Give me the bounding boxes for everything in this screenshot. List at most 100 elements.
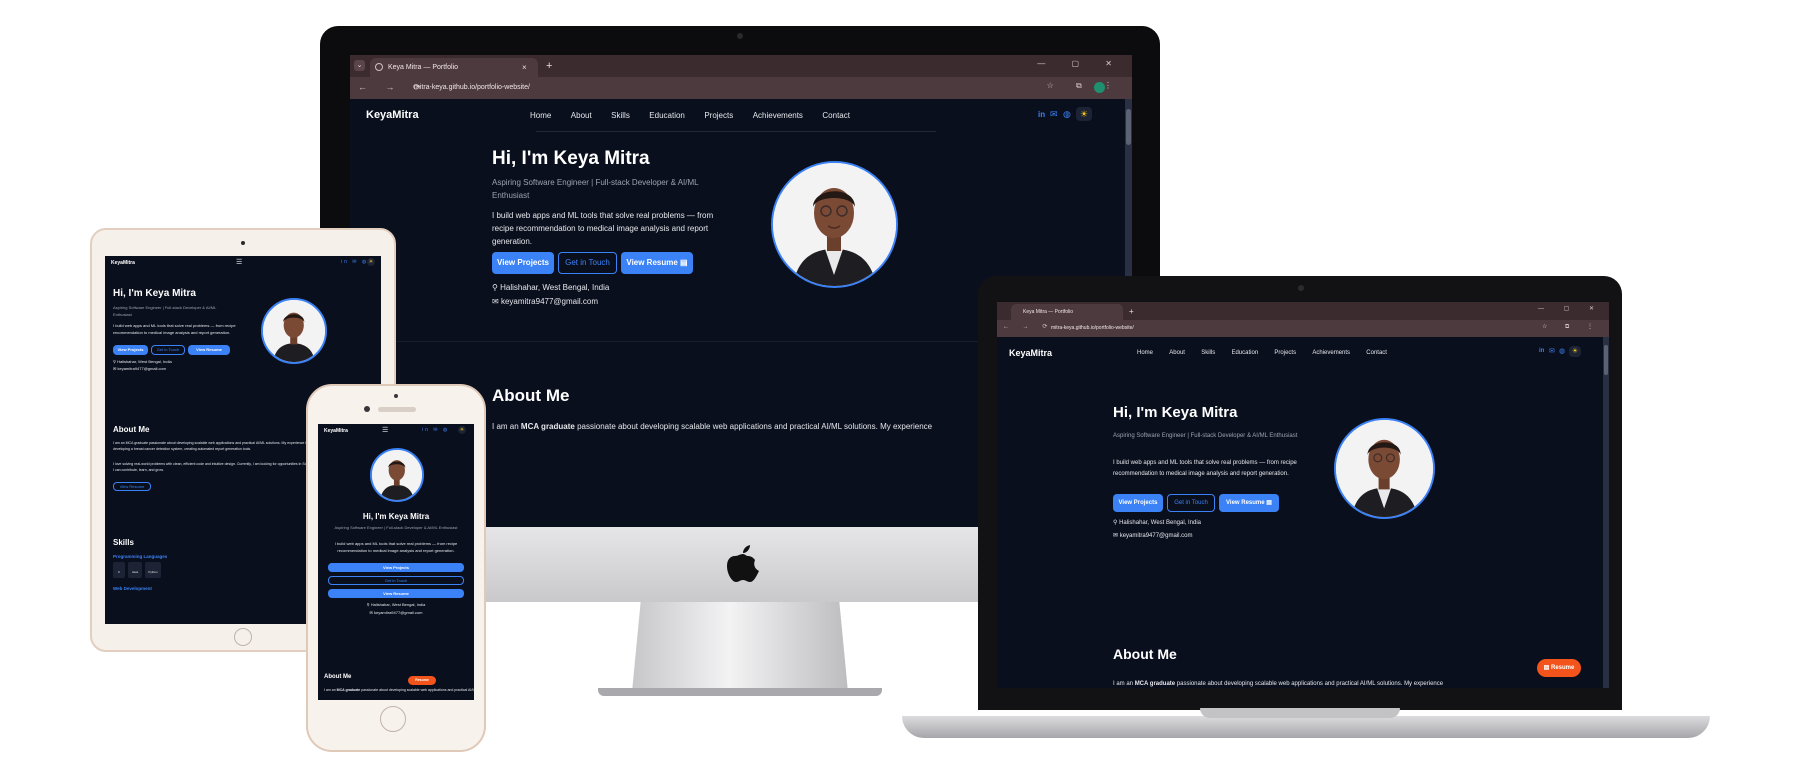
get-in-touch-button[interactable]: Get in Touch xyxy=(558,252,617,274)
laptop-view-projects-button[interactable]: View Projects xyxy=(1113,494,1163,512)
about-heading: About Me xyxy=(492,386,570,405)
laptop-nav-education[interactable]: Education xyxy=(1231,350,1258,356)
laptop-screen: Keya Mitra — Portfolio + — ▢ ✕ ← → ⟳ mit… xyxy=(997,302,1609,688)
laptop-site-nav: Home About Skills Education Projects Ach… xyxy=(1137,350,1387,356)
imac-stand-foot xyxy=(598,688,882,696)
iphone-camera xyxy=(364,406,370,412)
phone-get-in-touch-button[interactable]: Get in Touch xyxy=(328,576,464,585)
laptop-toolbar-icons[interactable]: ☆ ⧉ ⋮ xyxy=(1542,323,1601,331)
phone-view-projects-button[interactable]: View Projects xyxy=(328,563,464,572)
laptop-browser-tab[interactable]: Keya Mitra — Portfolio xyxy=(1011,304,1123,320)
laptop-get-in-touch-button[interactable]: Get in Touch xyxy=(1167,494,1215,512)
laptop-hero-heading: Hi, I'm Keya Mitra xyxy=(1113,404,1238,421)
theme-toggle-sun-icon[interactable]: ☀ xyxy=(1076,107,1092,121)
browser-tab-bar: ⌄ Keya Mitra — Portfolio × + — ▢ ✕ xyxy=(350,55,1132,77)
phone-profile-photo xyxy=(370,448,424,502)
laptop-theme-toggle-icon[interactable]: ☀ xyxy=(1569,346,1581,357)
window-controls[interactable]: — ▢ ✕ xyxy=(1037,59,1124,68)
laptop-nav-home[interactable]: Home xyxy=(1137,350,1153,356)
laptop-linkedin-icon[interactable]: in xyxy=(1539,348,1544,354)
view-resume-label: View Resume xyxy=(626,258,678,267)
ipad-view-projects-button[interactable]: View Projects xyxy=(113,345,148,355)
phone-hero-heading: Hi, I'm Keya Mitra xyxy=(362,512,430,521)
email-text: keyamitra9477@gmail.com xyxy=(500,297,598,306)
iphone-sensor xyxy=(394,394,398,398)
laptop-address-bar: ← → ⟳ mitra-keya.github.io/portfolio-web… xyxy=(997,320,1609,337)
ipad-get-in-touch-button[interactable]: Get in Touch xyxy=(151,345,185,355)
phone-hero-email[interactable]: ✉ keyamitra9477@gmail.com xyxy=(318,610,474,615)
phone-floating-resume-button[interactable]: Resume xyxy=(408,676,436,685)
laptop-github-icon[interactable]: ◍ xyxy=(1559,347,1565,355)
ipad-about-resume-button[interactable]: View Resume xyxy=(113,482,151,491)
profile-photo xyxy=(771,161,898,288)
ipad-site-logo[interactable]: KeyaMitra xyxy=(111,260,135,266)
laptop-window-controls[interactable]: — ▢ ✕ xyxy=(1538,305,1603,312)
view-resume-button[interactable]: View Resume ▤ xyxy=(621,252,693,274)
location-pin-icon: ⚲ xyxy=(492,283,498,292)
phone-view-resume-button[interactable]: View Resume xyxy=(328,589,464,598)
ipad-theme-toggle-icon[interactable]: ☀ xyxy=(367,258,375,266)
laptop-url-field[interactable]: mitra-keya.github.io/portfolio-website/ xyxy=(1051,323,1134,334)
laptop-nav-projects[interactable]: Projects xyxy=(1274,350,1296,356)
ipad-menu-icon[interactable]: ☰ xyxy=(236,258,242,266)
envelope-icon: ✉ xyxy=(492,297,499,306)
phone-menu-icon[interactable]: ☰ xyxy=(382,426,388,434)
mca-graduate-text: MCA graduate xyxy=(520,422,575,431)
nav-skills[interactable]: Skills xyxy=(611,111,630,120)
phone-hero-subtitle: Aspiring Software Engineer | Full-stack … xyxy=(334,525,458,530)
mail-icon[interactable]: ✉ xyxy=(1050,109,1058,120)
floating-resume-button[interactable]: ▤ Resume xyxy=(1537,659,1581,677)
laptop-scrollbar[interactable] xyxy=(1603,337,1609,688)
ipad-hero-email[interactable]: ✉ keyamitra9477@gmail.com xyxy=(113,366,166,371)
laptop-nav-skills[interactable]: Skills xyxy=(1201,350,1215,356)
laptop-nav-contact[interactable]: Contact xyxy=(1366,350,1387,356)
favicon-globe-icon xyxy=(375,63,383,71)
laptop-mail-icon[interactable]: ✉ xyxy=(1549,347,1555,355)
linkedin-icon[interactable]: in xyxy=(1038,110,1045,119)
browser-toolbar-icons[interactable]: ☆ ⧉ ⋮ xyxy=(1047,81,1122,91)
laptop-location-pin-icon: ⚲ xyxy=(1113,520,1118,526)
nav-projects[interactable]: Projects xyxy=(704,111,733,120)
phone-site-logo[interactable]: KeyaMitra xyxy=(324,428,348,434)
nav-contact[interactable]: Contact xyxy=(822,111,850,120)
laptop-new-tab-button[interactable]: + xyxy=(1129,304,1134,320)
laptop-nav-about[interactable]: About xyxy=(1169,350,1185,356)
hero-location: ⚲ Halishahar, West Bengal, India xyxy=(492,283,609,292)
github-icon[interactable]: ◍ xyxy=(1063,109,1071,120)
nav-home[interactable]: Home xyxy=(530,111,551,120)
ipad-social-icons[interactable]: in ✉ ◍ xyxy=(341,259,368,265)
laptop-about-heading: About Me xyxy=(1113,646,1177,662)
apple-logo-icon xyxy=(727,545,759,582)
url-field[interactable]: mitra-keya.github.io/portfolio-website/ xyxy=(414,81,1034,95)
site-logo[interactable]: KeyaMitra xyxy=(366,109,419,121)
phone-social-icons[interactable]: in ✉ ◍ xyxy=(422,427,449,433)
laptop-nav-achievements[interactable]: Achievements xyxy=(1312,350,1350,356)
nav-about[interactable]: About xyxy=(571,111,592,120)
laptop-hero-email[interactable]: ✉ keyamitra9477@gmail.com xyxy=(1113,532,1193,539)
ipad-hero-location: ⚲ Halishahar, West Bengal, India xyxy=(113,359,172,364)
ipad-envelope-icon: ✉ xyxy=(113,366,117,371)
view-projects-button[interactable]: View Projects xyxy=(492,252,554,274)
laptop-view-resume-button[interactable]: View Resume ▤ xyxy=(1219,494,1279,512)
laptop-person-portrait-image xyxy=(1336,420,1433,517)
ipad-home-button[interactable] xyxy=(234,628,252,646)
scrollbar-thumb[interactable] xyxy=(1126,109,1131,145)
ipad-profile-photo xyxy=(261,298,327,364)
new-tab-button[interactable]: + xyxy=(546,57,552,76)
nav-education[interactable]: Education xyxy=(649,111,685,120)
tab-close-icon[interactable]: × xyxy=(522,58,527,77)
phone-theme-toggle-icon[interactable]: ☀ xyxy=(458,426,466,434)
laptop-scrollbar-thumb[interactable] xyxy=(1604,345,1608,375)
nav-achievements[interactable]: Achievements xyxy=(753,111,803,120)
browser-tab[interactable]: Keya Mitra — Portfolio xyxy=(370,58,538,77)
hero-email[interactable]: ✉ keyamitra9477@gmail.com xyxy=(492,297,598,306)
ipad-view-resume-button[interactable]: View Resume xyxy=(188,345,230,355)
laptop-site-logo[interactable]: KeyaMitra xyxy=(1009,348,1052,358)
tab-search-icon[interactable]: ⌄ xyxy=(354,60,365,71)
iphone-speaker xyxy=(378,407,416,412)
ipad-skills-group-languages: Programming Languages xyxy=(113,554,168,559)
floating-document-icon: ▤ xyxy=(1543,665,1550,671)
laptop-nav-buttons[interactable]: ← → ⟳ xyxy=(1003,323,1053,330)
ipad-camera xyxy=(241,241,245,245)
iphone-home-button[interactable] xyxy=(380,706,406,732)
